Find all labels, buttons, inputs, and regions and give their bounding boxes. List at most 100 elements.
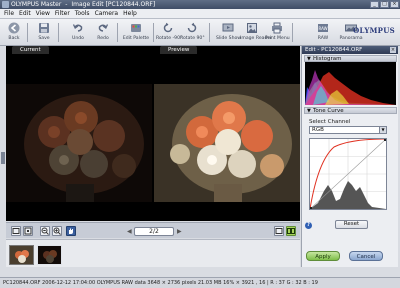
- actual-size-button[interactable]: [23, 226, 33, 236]
- histogram-display: [305, 62, 396, 105]
- thumbnail-roses-dark: [38, 246, 61, 264]
- maximize-button[interactable]: □: [380, 1, 389, 8]
- edit-palette-button[interactable]: Edit Palette: [122, 22, 150, 44]
- undo-icon: [72, 24, 83, 32]
- edit-panel: Edit - PC120844.ORF × ▼ Histogram ▼ Tone…: [301, 46, 398, 267]
- toolbar-divider: [27, 23, 28, 42]
- page-indicator: 2/2: [134, 227, 174, 236]
- histogram-graph: [305, 62, 396, 105]
- slide-show-button[interactable]: Slide Show: [216, 22, 242, 44]
- image-reader-icon: [247, 23, 257, 33]
- rotate-left-button[interactable]: Rotate -90°: [156, 22, 183, 44]
- app-icon: [2, 1, 9, 8]
- zoom-in-icon: [53, 227, 61, 235]
- apply-button[interactable]: Apply: [306, 251, 340, 261]
- printer-icon: [272, 22, 282, 34]
- main-toolbar: Back Save Undo Redo Edit Palette Rotate …: [0, 19, 400, 46]
- split-view-icon: [287, 228, 295, 234]
- svg-text:RAW: RAW: [318, 26, 327, 31]
- toolbar-divider: [292, 23, 293, 42]
- menu-file[interactable]: File: [4, 9, 14, 18]
- save-label: Save: [38, 36, 50, 41]
- zoom-in-button[interactable]: [52, 226, 62, 236]
- toolbar-divider: [209, 23, 210, 42]
- reset-button[interactable]: Reset: [335, 220, 368, 229]
- palette-icon: [131, 24, 141, 32]
- print-menu-label: Print Menu: [265, 36, 290, 41]
- preview-image: [154, 84, 300, 202]
- single-view-icon: [275, 228, 283, 234]
- rotate-right-button[interactable]: Rotate 90°: [180, 22, 205, 44]
- rotate-right-icon: [187, 22, 197, 33]
- histogram-section-header[interactable]: ▼ Histogram: [304, 55, 397, 62]
- thumbnail-strip: [6, 239, 300, 267]
- menu-bar: File Edit View Filter Tools Camera Help: [0, 9, 400, 19]
- slide-show-label: Slide Show: [216, 36, 242, 41]
- next-image-button[interactable]: ▶: [177, 227, 182, 236]
- undo-button[interactable]: Undo: [69, 22, 87, 44]
- thumbnail-roses-bright: [10, 246, 33, 264]
- title-separator: -: [65, 1, 68, 8]
- redo-button[interactable]: Redo: [94, 22, 112, 44]
- current-image: [6, 84, 152, 202]
- menu-view[interactable]: View: [36, 9, 50, 18]
- rotate-left-icon: [163, 22, 173, 33]
- tone-curve-header-label: Tone Curve: [313, 108, 344, 114]
- menu-camera[interactable]: Camera: [95, 9, 119, 18]
- document-title: Image Edit [PC120844.ORF]: [71, 1, 156, 8]
- single-view-button[interactable]: [274, 226, 284, 236]
- pan-hand-button[interactable]: [66, 226, 76, 236]
- menu-tools[interactable]: Tools: [75, 9, 90, 18]
- edit-palette-label: Edit Palette: [122, 36, 150, 41]
- zoom-out-icon: [41, 227, 49, 235]
- cancel-button[interactable]: Cancel: [349, 251, 383, 261]
- minimize-button[interactable]: _: [370, 1, 379, 8]
- close-window-button[interactable]: ×: [390, 1, 399, 8]
- back-button[interactable]: Back: [5, 22, 23, 44]
- image-view-area: Current Preview: [6, 46, 300, 221]
- panel-close-button[interactable]: ×: [390, 47, 396, 53]
- print-menu-button[interactable]: Print Menu: [265, 22, 290, 44]
- tone-curve-graph: [309, 138, 387, 210]
- channel-select[interactable]: RGB ▼: [309, 126, 387, 134]
- rotate-right-label: Rotate 90°: [180, 36, 205, 41]
- fit-view-button[interactable]: [11, 226, 21, 236]
- status-bar: PC120844.ORF 2006-12-12 17:04:00 OLYMPUS…: [0, 277, 400, 288]
- toolbar-divider: [153, 23, 154, 42]
- zoom-out-button[interactable]: [40, 226, 50, 236]
- current-roses-photo: [6, 84, 152, 202]
- image-reader-button[interactable]: Image Reader: [240, 22, 272, 44]
- actual-size-icon: [24, 227, 32, 235]
- help-icon[interactable]: ?: [305, 222, 312, 229]
- toolbar-divider: [117, 23, 118, 42]
- toolbar-divider: [58, 23, 59, 42]
- panorama-label: Panorama: [339, 36, 363, 41]
- prev-image-button[interactable]: ◀: [127, 227, 132, 236]
- tab-current[interactable]: Current: [12, 46, 49, 54]
- chevron-down-icon: ▼: [379, 127, 386, 133]
- edit-panel-title: Edit - PC120844.ORF: [302, 46, 398, 54]
- channel-select-value: RGB: [312, 127, 324, 133]
- select-channel-label: Select Channel: [309, 119, 351, 125]
- thumbnail-2-selected[interactable]: [37, 245, 62, 265]
- left-panel-handle[interactable]: [1, 152, 5, 164]
- preview-roses-photo: [154, 84, 300, 202]
- tone-curve-section-header[interactable]: ▼ Tone Curve: [304, 107, 397, 114]
- window-titlebar: OLYMPUS Master - Image Edit [PC120844.OR…: [0, 0, 400, 9]
- tone-curve-editor[interactable]: [309, 138, 387, 210]
- floppy-disk-icon: [39, 23, 49, 33]
- menu-edit[interactable]: Edit: [19, 9, 31, 18]
- compare-view-button[interactable]: [286, 226, 296, 236]
- raw-button[interactable]: RAW RAW: [314, 22, 332, 44]
- tab-preview[interactable]: Preview: [160, 46, 198, 54]
- thumbnail-1[interactable]: [9, 245, 34, 265]
- save-button[interactable]: Save: [35, 22, 53, 44]
- fit-screen-icon: [12, 228, 20, 234]
- olympus-logo: OLYMPUS: [353, 26, 395, 35]
- view-toolbar: ◀ 2/2 ▶: [6, 222, 300, 238]
- menu-filter[interactable]: Filter: [55, 9, 70, 18]
- hand-icon: [69, 228, 73, 234]
- menu-help[interactable]: Help: [123, 9, 137, 18]
- app-name: OLYMPUS Master: [11, 1, 62, 8]
- rotate-left-label: Rotate -90°: [156, 36, 183, 41]
